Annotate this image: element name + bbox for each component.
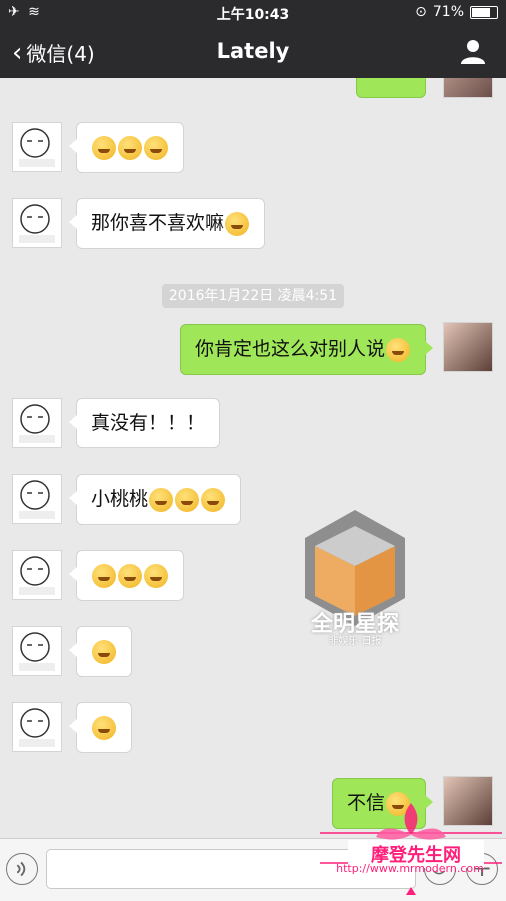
contact-avatar[interactable]	[12, 626, 62, 676]
message-bubble-left[interactable]: 那你喜不喜欢嘛	[68, 198, 266, 249]
message-bubble-left[interactable]	[69, 550, 184, 601]
chat-area[interactable]: 那你喜不喜欢嘛 2016年1月22日 凌晨4:51 你肯定也这么对别人说 真没有…	[0, 78, 506, 838]
emoji-icon	[149, 487, 174, 512]
battery-percent: 71%	[432, 4, 464, 20]
message-bubble-left[interactable]	[69, 626, 132, 677]
my-avatar[interactable]	[443, 78, 493, 98]
contact-avatar[interactable]	[12, 398, 62, 448]
battery-icon	[470, 5, 498, 19]
chat-header: ‹ 微信(4) Lately	[0, 26, 506, 78]
emoji-icon	[225, 211, 250, 236]
message-bubble-right[interactable]: 你肯定也这么对别人说	[179, 324, 434, 375]
chat-title: Lately	[216, 39, 290, 63]
status-bar: ✈ ≋ 上午10:43 ⊙ 71%	[0, 0, 506, 26]
emoji-icon	[144, 563, 168, 588]
contact-avatar[interactable]	[12, 198, 62, 248]
emoji-icon	[92, 715, 116, 740]
watermark-subtext: 非娱乐·日报	[328, 636, 382, 647]
emoji-icon	[144, 135, 168, 160]
emoji-icon	[118, 135, 142, 160]
emoji-icon	[92, 639, 116, 664]
status-right: ⊙ 71%	[415, 4, 498, 20]
site-watermark-url: http://www.mrmodern.com	[336, 862, 484, 875]
orientation-lock-icon: ⊙	[415, 4, 427, 20]
emoji-icon	[118, 563, 142, 588]
emoji-icon	[201, 487, 226, 512]
contact-avatar[interactable]	[12, 122, 62, 172]
emoji-icon	[92, 563, 116, 588]
emoji-icon	[386, 337, 410, 362]
emoji-icon	[92, 135, 116, 160]
message-bubble-left[interactable]: 小桃桃	[68, 474, 242, 525]
message-bubble-left[interactable]	[69, 122, 184, 173]
voice-input-button[interactable]	[6, 853, 38, 885]
contact-avatar[interactable]	[12, 550, 62, 600]
my-avatar[interactable]	[443, 322, 493, 372]
message-timestamp: 2016年1月22日 凌晨4:51	[162, 284, 344, 308]
emoji-icon	[175, 487, 200, 512]
message-bubble-right[interactable]	[356, 78, 433, 98]
message-bubble-left[interactable]: 真没有！！！	[68, 398, 221, 448]
contact-avatar[interactable]	[12, 474, 62, 524]
contact-avatar[interactable]	[12, 702, 62, 752]
message-bubble-left[interactable]	[69, 702, 132, 753]
contact-profile-icon[interactable]	[460, 38, 486, 64]
